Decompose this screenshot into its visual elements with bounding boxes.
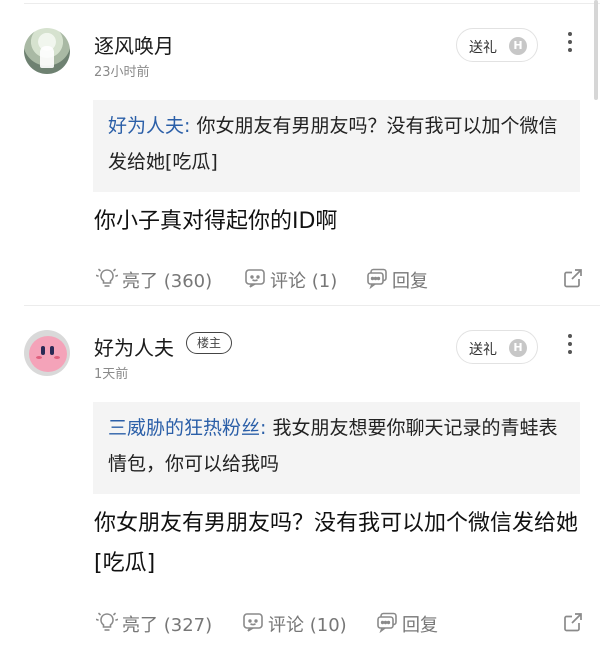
comment-body: 你女朋友有男朋友吗？没有我可以加个微信发给她[吃瓜] bbox=[94, 511, 579, 576]
more-vertical-icon[interactable] bbox=[560, 334, 580, 358]
comment-actions: 亮了 (327) 评论 (10) 回复 bbox=[0, 608, 600, 638]
h-coin-icon: H bbox=[509, 339, 527, 357]
top-divider bbox=[24, 3, 600, 4]
comment-actions: 亮了 (360) 评论 (1) 回复 bbox=[0, 264, 600, 294]
comment-bubble-icon bbox=[243, 613, 263, 632]
more-vertical-icon[interactable] bbox=[560, 32, 580, 56]
comment-divider bbox=[24, 305, 600, 306]
reply-label: 回复 bbox=[392, 271, 428, 292]
share-icon bbox=[564, 269, 582, 288]
reply-bubble-icon bbox=[367, 268, 387, 289]
like-count: 亮了 (360) bbox=[122, 271, 213, 292]
quoted-comment[interactable]: 好为人夫: 你女朋友有男朋友吗？没有我可以加个微信发给她[吃瓜] bbox=[93, 100, 580, 192]
share-icon bbox=[564, 613, 582, 632]
avatar[interactable] bbox=[24, 28, 70, 74]
comment-count: 评论 (10) bbox=[268, 615, 347, 636]
comment-bubble-icon bbox=[245, 269, 265, 288]
comment-body: 你小子真对得起你的ID啊 bbox=[94, 209, 338, 234]
gift-label: 送礼 bbox=[469, 40, 497, 56]
gift-label: 送礼 bbox=[469, 342, 497, 358]
op-badge: 楼主 bbox=[186, 332, 233, 354]
comment-count: 评论 (1) bbox=[270, 271, 338, 292]
gift-button[interactable]: 送礼 H bbox=[456, 28, 538, 62]
quoted-comment[interactable]: 三威胁的狂热粉丝: 我女朋友想要你聊天记录的青蛙表情包，你可以给我吗 bbox=[93, 402, 580, 494]
quoted-username[interactable]: 三威胁的狂热粉丝: bbox=[108, 417, 266, 439]
lightbulb-like-icon bbox=[96, 268, 118, 287]
reply-bubble-icon bbox=[377, 612, 397, 633]
scrollbar[interactable] bbox=[594, 0, 598, 100]
comment-time: 23小时前 bbox=[94, 65, 150, 80]
h-coin-icon: H bbox=[509, 37, 527, 55]
comment-time: 1天前 bbox=[94, 367, 129, 382]
gift-button[interactable]: 送礼 H bbox=[456, 330, 538, 364]
lightbulb-like-icon bbox=[96, 612, 118, 631]
avatar[interactable] bbox=[24, 330, 70, 376]
username[interactable]: 逐风唤月 bbox=[94, 30, 174, 59]
like-count: 亮了 (327) bbox=[122, 615, 213, 636]
username[interactable]: 好为人夫 bbox=[94, 332, 174, 361]
quoted-username[interactable]: 好为人夫: bbox=[108, 115, 190, 137]
reply-label: 回复 bbox=[402, 615, 438, 636]
